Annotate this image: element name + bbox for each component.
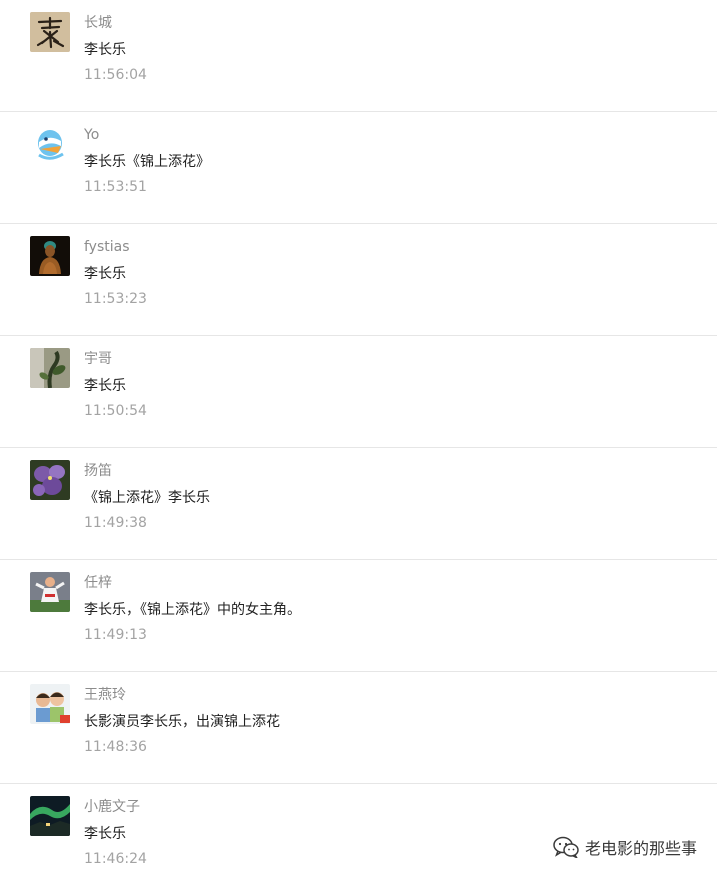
comment-time: 11:46:24: [84, 851, 147, 867]
comment-content: 李长乐: [84, 266, 126, 282]
comment-nickname[interactable]: 宇哥: [84, 350, 112, 368]
comment-content: 李长乐，《锦上添花》中的女主角。: [84, 602, 301, 618]
plant-avatar[interactable]: [30, 348, 70, 388]
comment-list: 长城 李长乐 11:56:04 Yo 李长乐《锦上添花》 11:53:51 fy…: [0, 0, 717, 896]
comment-nickname[interactable]: 扬笛: [84, 462, 112, 480]
watermark: 老电影的那些事: [553, 835, 697, 859]
comment-item: 扬笛 《锦上添花》李长乐 11:49:38: [0, 448, 717, 560]
watermark-text: 老电影的那些事: [584, 839, 697, 858]
wechat-icon: [553, 836, 579, 858]
comment-time: 11:49:13: [84, 627, 147, 643]
comment-content: 李长乐: [84, 378, 126, 394]
comment-content: 李长乐《锦上添花》: [84, 154, 210, 170]
comment-content: 《锦上添花》李长乐: [84, 490, 210, 506]
cartoon-avatar[interactable]: [30, 124, 70, 164]
comment-time: 11:56:04: [84, 67, 147, 83]
comment-content: 李长乐: [84, 826, 126, 842]
comment-nickname[interactable]: 长城: [84, 14, 112, 32]
comment-item: 长城 李长乐 11:56:04: [0, 0, 717, 112]
comment-time: 11:53:51: [84, 179, 147, 195]
comment-item: fystias 李长乐 11:53:23: [0, 224, 717, 336]
comment-nickname[interactable]: fystias: [84, 238, 130, 256]
comment-time: 11:48:36: [84, 739, 147, 755]
children-avatar[interactable]: [30, 684, 70, 724]
calligraphy-avatar[interactable]: [30, 12, 70, 52]
comment-nickname[interactable]: 任梓: [84, 574, 112, 592]
comment-time: 11:53:23: [84, 291, 147, 307]
comment-item: 王燕玲 长影演员李长乐，出演锦上添花 11:48:36: [0, 672, 717, 784]
comment-nickname[interactable]: 小鹿文子: [84, 798, 140, 816]
buddha-avatar[interactable]: [30, 236, 70, 276]
aurora-avatar[interactable]: [30, 796, 70, 836]
comment-time: 11:49:38: [84, 515, 147, 531]
comment-item: Yo 李长乐《锦上添花》 11:53:51: [0, 112, 717, 224]
comment-item: 任梓 李长乐，《锦上添花》中的女主角。 11:49:13: [0, 560, 717, 672]
comment-time: 11:50:54: [84, 403, 147, 419]
comment-content: 长影演员李长乐，出演锦上添花: [84, 714, 280, 730]
comment-content: 李长乐: [84, 42, 126, 58]
comment-nickname[interactable]: 王燕玲: [84, 686, 126, 704]
comment-nickname[interactable]: Yo: [84, 126, 99, 144]
flower-avatar[interactable]: [30, 460, 70, 500]
comment-item: 宇哥 李长乐 11:50:54: [0, 336, 717, 448]
football-avatar[interactable]: [30, 572, 70, 612]
